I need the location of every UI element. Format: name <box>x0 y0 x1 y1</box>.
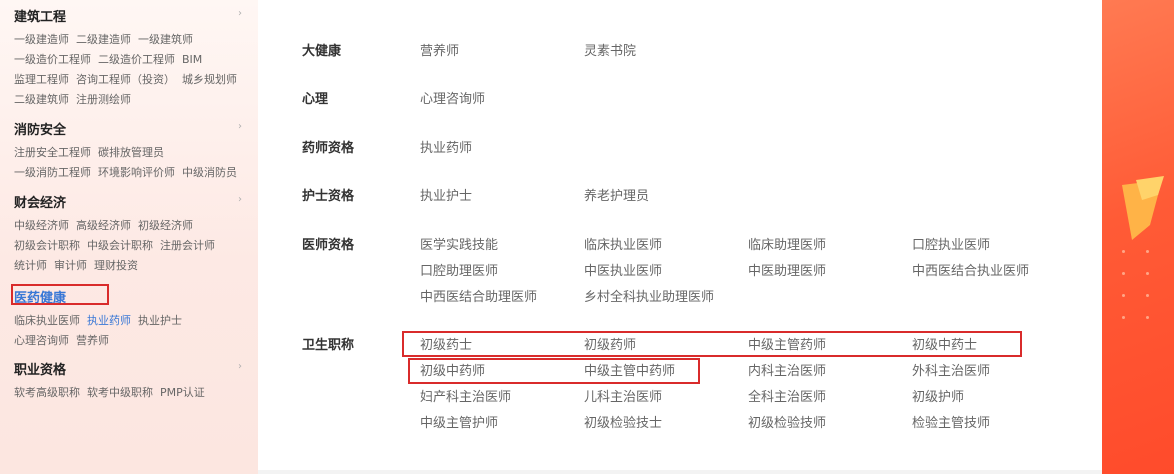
category-link[interactable]: 高级经济师 <box>76 219 131 232</box>
subcategory-link[interactable]: 乡村全科执业助理医师 <box>584 289 714 307</box>
decor-dot <box>1122 272 1125 275</box>
category-link[interactable]: 理财投资 <box>94 259 138 272</box>
subcategory-link[interactable]: 初级药师 <box>584 337 636 355</box>
category-construction: 建筑工程 › 一级建造师 二级建造师 一级建筑师 一级造价工程师 二级造价工程师 BIM… <box>14 6 246 108</box>
category-link[interactable]: 监理工程师 <box>14 73 69 86</box>
promo-banner <box>1102 0 1174 474</box>
category-link[interactable]: 初级经济师 <box>138 219 193 232</box>
chevron-right-icon: › <box>238 194 242 205</box>
subcategory-link[interactable]: 初级检验技士 <box>584 415 662 433</box>
category-link[interactable]: 统计师 <box>14 259 47 272</box>
subcategory-link[interactable]: 中医执业医师 <box>584 263 662 281</box>
category-link[interactable]: 碳排放管理员 <box>98 146 164 159</box>
category-link[interactable]: BIM <box>182 53 202 66</box>
category-link[interactable]: 注册安全工程师 <box>14 146 91 159</box>
category-link[interactable]: 咨询工程师（投资） <box>76 73 175 86</box>
subcategory-link[interactable]: 医学实践技能 <box>420 237 498 255</box>
decor-dot <box>1122 294 1125 297</box>
category-link[interactable]: 一级消防工程师 <box>14 166 91 179</box>
decor-dot <box>1146 272 1149 275</box>
category-link[interactable]: 二级建造师 <box>76 33 131 46</box>
category-title[interactable]: 职业资格 <box>14 363 66 378</box>
subcategory-link[interactable]: 妇产科主治医师 <box>420 389 511 407</box>
subcategory-link[interactable]: 口腔助理医师 <box>420 263 498 281</box>
subcategory-link[interactable]: 初级中药士 <box>912 337 977 355</box>
subcategory-link[interactable]: 全科主治医师 <box>748 389 826 407</box>
section-title: 药师资格 <box>302 141 355 156</box>
section-title: 医师资格 <box>302 238 355 253</box>
category-title[interactable]: 消防安全 <box>14 123 66 138</box>
subcategory-link[interactable]: 口腔执业医师 <box>912 237 990 255</box>
subcategory-panel: 大健康 营养师 灵素书院 心理 心理咨询师 药师资格 执业药师 护士资格 执业护… <box>258 0 1102 474</box>
subcategory-link[interactable]: 中西医结合助理医师 <box>420 289 537 307</box>
subcategory-link[interactable]: 内科主治医师 <box>748 363 826 381</box>
subcategory-link[interactable]: 营养师 <box>420 43 459 61</box>
category-link[interactable]: 营养师 <box>76 334 109 347</box>
category-link[interactable]: 环境影响评价师 <box>98 166 175 179</box>
subcategory-link[interactable]: 心理咨询师 <box>420 91 485 109</box>
subcategory-link[interactable]: 初级护师 <box>912 389 964 407</box>
decor-dot <box>1146 316 1149 319</box>
subcategory-link[interactable]: 中西医结合执业医师 <box>912 263 1029 281</box>
category-sidebar: 建筑工程 › 一级建造师 二级建造师 一级建筑师 一级造价工程师 二级造价工程师 BIM… <box>0 0 258 474</box>
category-finance: 财会经济 › 中级经济师 高级经济师 初级经济师 初级会计职称 中级会计职称 注册会计师… <box>14 192 246 274</box>
category-medical-health: 医药健康 临床执业医师 执业药师 执业护士 心理咨询师 营养师 <box>14 287 246 349</box>
subcategory-link[interactable]: 初级检验技师 <box>748 415 826 433</box>
category-link[interactable]: 执业护士 <box>138 314 182 327</box>
decor-dot <box>1122 316 1125 319</box>
category-link[interactable]: 中级会计职称 <box>87 239 153 252</box>
subcategory-link[interactable]: 检验主管技师 <box>912 415 990 433</box>
category-link[interactable]: 注册测绘师 <box>76 93 131 106</box>
subcategory-link[interactable]: 执业药师 <box>420 140 472 158</box>
category-link[interactable]: 注册会计师 <box>160 239 215 252</box>
chevron-right-icon: › <box>238 8 242 19</box>
category-link[interactable]: PMP认证 <box>160 386 205 399</box>
decor-dot <box>1146 294 1149 297</box>
subcategory-link[interactable]: 初级药士 <box>420 337 472 355</box>
subcategory-link[interactable]: 中级主管中药师 <box>584 363 675 381</box>
divider <box>258 470 1102 474</box>
category-link[interactable]: 初级会计职称 <box>14 239 80 252</box>
category-title[interactable]: 建筑工程 <box>14 10 66 25</box>
category-link[interactable]: 中级消防员 <box>182 166 237 179</box>
category-link[interactable]: 二级造价工程师 <box>98 53 175 66</box>
category-link[interactable]: 审计师 <box>54 259 87 272</box>
subcategory-link[interactable]: 养老护理员 <box>584 188 649 206</box>
category-link[interactable]: 软考高级职称 <box>14 386 80 399</box>
subcategory-link[interactable]: 初级中药师 <box>420 363 485 381</box>
subcategory-link[interactable]: 临床执业医师 <box>584 237 662 255</box>
section-title: 心理 <box>302 92 329 107</box>
category-link[interactable]: 一级造价工程师 <box>14 53 91 66</box>
category-title-active[interactable]: 医药健康 <box>14 291 66 306</box>
subcategory-link[interactable]: 中级主管护师 <box>420 415 498 433</box>
category-fire-safety: 消防安全 › 注册安全工程师 碳排放管理员 一级消防工程师 环境影响评价师 中级消防员 <box>14 119 246 181</box>
category-link-active[interactable]: 执业药师 <box>87 314 131 327</box>
subcategory-link[interactable]: 外科主治医师 <box>912 363 990 381</box>
category-link[interactable]: 软考中级职称 <box>87 386 153 399</box>
section-title: 大健康 <box>302 44 342 59</box>
category-link[interactable]: 一级建造师 <box>14 33 69 46</box>
subcategory-link[interactable]: 临床助理医师 <box>748 237 826 255</box>
category-link[interactable]: 中级经济师 <box>14 219 69 232</box>
decor-dot <box>1146 250 1149 253</box>
category-link[interactable]: 心理咨询师 <box>14 334 69 347</box>
decor-dot <box>1122 250 1125 253</box>
subcategory-link[interactable]: 灵素书院 <box>584 43 636 61</box>
category-link[interactable]: 临床执业医师 <box>14 314 80 327</box>
category-professional-qualification: 职业资格 › 软考高级职称 软考中级职称 PMP认证 <box>14 359 246 401</box>
subcategory-link[interactable]: 中级主管药师 <box>748 337 826 355</box>
section-title: 护士资格 <box>302 189 355 204</box>
category-link[interactable]: 城乡规划师 <box>182 73 237 86</box>
category-link[interactable]: 一级建筑师 <box>138 33 193 46</box>
chevron-right-icon: › <box>238 361 242 372</box>
chevron-right-icon: › <box>238 121 242 132</box>
category-link[interactable]: 二级建筑师 <box>14 93 69 106</box>
section-title: 卫生职称 <box>302 338 355 353</box>
subcategory-link[interactable]: 执业护士 <box>420 188 472 206</box>
category-title[interactable]: 财会经济 <box>14 196 66 211</box>
subcategory-link[interactable]: 中医助理医师 <box>748 263 826 281</box>
banner-shape-icon <box>1122 176 1164 240</box>
subcategory-link[interactable]: 儿科主治医师 <box>584 389 662 407</box>
